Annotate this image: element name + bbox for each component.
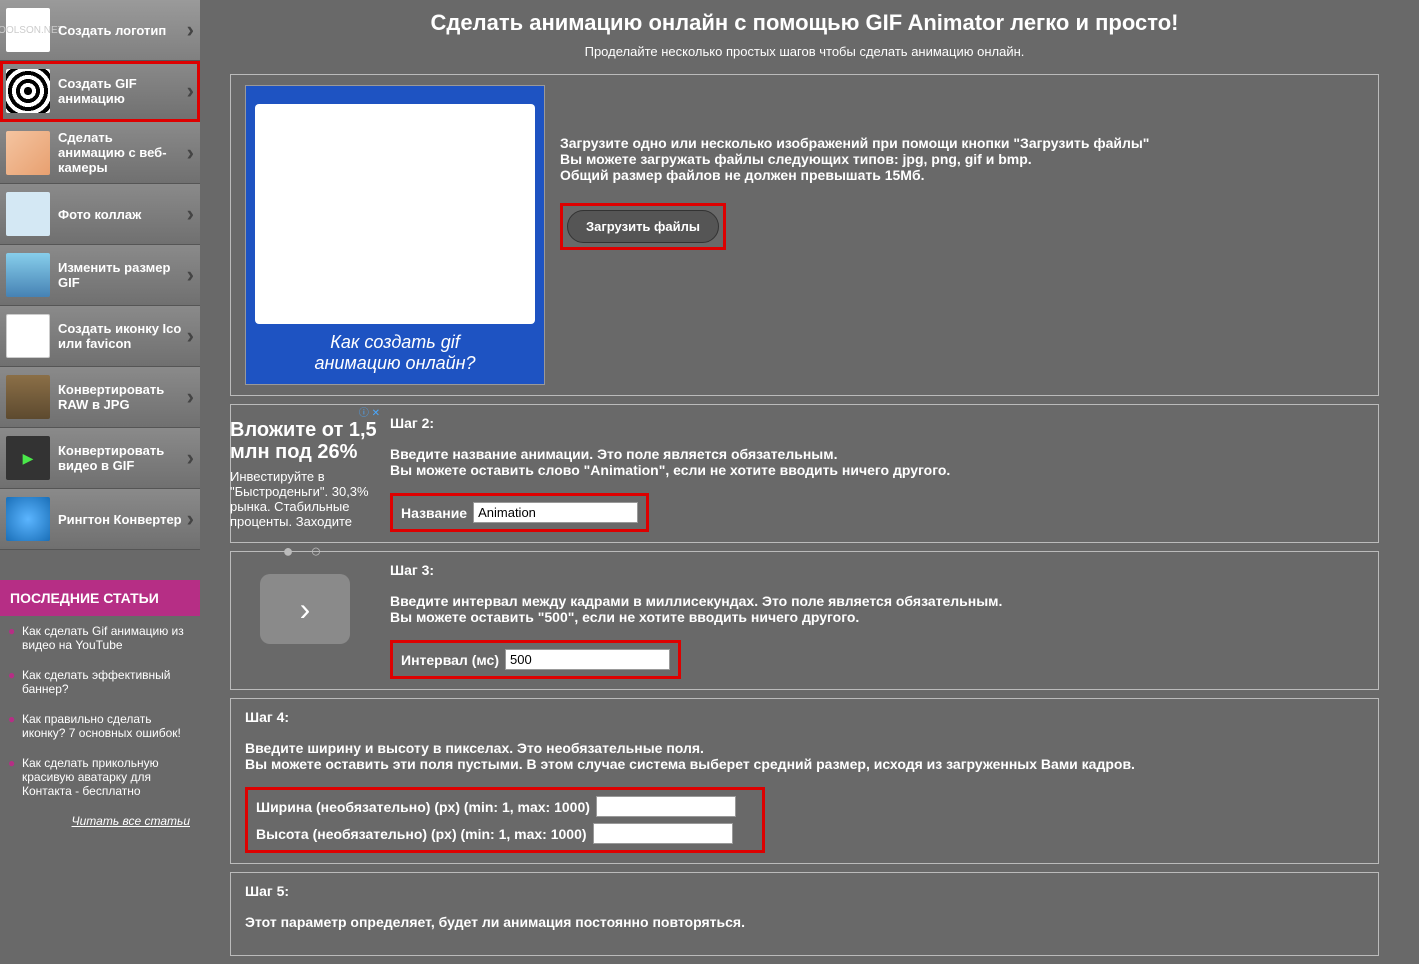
nav-label: Конвертировать RAW в JPG: [58, 382, 183, 412]
article-link[interactable]: Как правильно сделать иконку? 7 основных…: [0, 704, 200, 748]
step2-box: Шаг 2: Введите название анимации. Это по…: [230, 404, 1379, 543]
preview-image[interactable]: Как создать gif анимацию онлайн?: [245, 85, 545, 385]
logo-icon: TOOLSON.NET: [6, 8, 50, 52]
nav-label: Сделать анимацию с веб-камеры: [58, 130, 183, 175]
nav-label: Создать иконку Ico или favicon: [58, 321, 183, 351]
step-text: Загрузите одно или несколько изображений…: [560, 135, 1364, 151]
video-icon: [6, 436, 50, 480]
width-label: Ширина (необязательно) (px) (min: 1, max…: [256, 799, 590, 815]
read-all-link[interactable]: Читать все статьи: [0, 806, 200, 836]
step3-box: Шаг 3: Введите интервал между кадрами в …: [230, 551, 1379, 690]
step-label: Шаг 2:: [245, 415, 1364, 431]
article-link[interactable]: Как сделать прикольную красивую аватарку…: [0, 748, 200, 806]
name-input[interactable]: [473, 502, 638, 523]
raw-icon: [6, 375, 50, 419]
step-text: Вы можете оставить слово "Animation", ес…: [245, 462, 1364, 478]
nav-photo-collage[interactable]: Фото коллаж ›: [0, 184, 200, 245]
height-label: Высота (необязательно) (px) (min: 1, max…: [256, 826, 587, 842]
chevron-right-icon: ›: [187, 323, 194, 349]
carousel-next-button[interactable]: ›: [260, 574, 350, 644]
preview-text: Как создать gif: [330, 332, 460, 353]
step-label: Шаг 5:: [245, 883, 1364, 899]
nav-video-to-gif[interactable]: Конвертировать видео в GIF ›: [0, 428, 200, 489]
step-text: Введите интервал между кадрами в миллисе…: [245, 593, 1364, 609]
chevron-right-icon: ›: [187, 445, 194, 471]
preview-text: анимацию онлайн?: [314, 353, 475, 374]
step-text: Этот параметр определяет, будет ли анима…: [245, 914, 1364, 930]
face-icon: [6, 131, 50, 175]
nav-label: Создать логотип: [58, 23, 183, 38]
favicon-icon: [6, 314, 50, 358]
chevron-right-icon: ›: [187, 384, 194, 410]
chevron-right-icon: ›: [187, 140, 194, 166]
page-title: Сделать анимацию онлайн с помощью GIF An…: [230, 0, 1379, 44]
height-input[interactable]: [593, 823, 733, 844]
step-text: Вы можете оставить эти поля пустыми. В э…: [245, 756, 1364, 772]
sidebar: TOOLSON.NET Создать логотип › Создать GI…: [0, 0, 200, 964]
collage-icon: [6, 192, 50, 236]
ad-headline: Вложите от 1,5 млн под 26%: [230, 419, 380, 463]
chevron-right-icon: ›: [187, 506, 194, 532]
carousel-dots[interactable]: ● ○: [230, 541, 380, 562]
step-label: Шаг 4:: [245, 709, 1364, 725]
nav-resize-gif[interactable]: Изменить размер GIF ›: [0, 245, 200, 306]
nav-label: Рингтон Конвертер: [58, 512, 183, 527]
step-text: Введите ширину и высоту в пикселах. Это …: [245, 740, 1364, 756]
chevron-right-icon: ›: [187, 17, 194, 43]
ad-body: Инвестируйте в "Быстроденьги". 30,3% рын…: [230, 469, 380, 529]
article-link[interactable]: Как сделать эффективный баннер?: [0, 660, 200, 704]
width-input[interactable]: [596, 796, 736, 817]
ad-column: ⓘ ✕ Вложите от 1,5 млн под 26% Инвестиру…: [230, 404, 380, 644]
article-link[interactable]: Как сделать Gif анимацию из видео на You…: [0, 616, 200, 660]
step-text: Вы можете оставить "500", если не хотите…: [245, 609, 1364, 625]
nav-label: Изменить размер GIF: [58, 260, 183, 290]
step-text: Введите название анимации. Это поле явля…: [245, 446, 1364, 462]
step-text: Общий размер файлов не должен превышать …: [560, 167, 1364, 183]
nav-label: Фото коллаж: [58, 207, 183, 222]
interval-label: Интервал (мс): [401, 652, 499, 668]
nav-label: Создать GIF анимацию: [58, 76, 183, 106]
page-subtitle: Проделайте несколько простых шагов чтобы…: [230, 44, 1379, 59]
ringtone-icon: [6, 497, 50, 541]
main-content: Сделать анимацию онлайн с помощью GIF An…: [200, 0, 1419, 964]
ad-box[interactable]: ⓘ ✕ Вложите от 1,5 млн под 26% Инвестиру…: [230, 404, 380, 529]
nav-create-gif[interactable]: Создать GIF анимацию ›: [0, 61, 200, 122]
articles-header: ПОСЛЕДНИЕ СТАТЬИ: [0, 580, 200, 616]
nav-ringtone[interactable]: Рингтон Конвертер ›: [0, 489, 200, 550]
nav-create-favicon[interactable]: Создать иконку Ico или favicon ›: [0, 306, 200, 367]
ad-info-icon: ⓘ ✕: [230, 404, 380, 419]
swirl-icon: [6, 69, 50, 113]
name-label: Название: [401, 505, 467, 521]
step4-box: Шаг 4: Введите ширину и высоту в пиксела…: [230, 698, 1379, 864]
step5-box: Шаг 5: Этот параметр определяет, будет л…: [230, 872, 1379, 956]
nav-label: Конвертировать видео в GIF: [58, 443, 183, 473]
step1-box: Как создать gif анимацию онлайн? Загрузи…: [230, 74, 1379, 396]
step-label: Шаг 3:: [245, 562, 1364, 578]
resize-icon: [6, 253, 50, 297]
chevron-right-icon: ›: [187, 78, 194, 104]
nav-create-logo[interactable]: TOOLSON.NET Создать логотип ›: [0, 0, 200, 61]
chevron-right-icon: ›: [187, 201, 194, 227]
step-text: Вы можете загружать файлы следующих типо…: [560, 151, 1364, 167]
chevron-right-icon: ›: [187, 262, 194, 288]
upload-button[interactable]: Загрузить файлы: [567, 210, 719, 243]
nav-convert-raw[interactable]: Конвертировать RAW в JPG ›: [0, 367, 200, 428]
nav-webcam-anim[interactable]: Сделать анимацию с веб-камеры ›: [0, 122, 200, 184]
articles-section: ПОСЛЕДНИЕ СТАТЬИ Как сделать Gif анимаци…: [0, 580, 200, 836]
interval-input[interactable]: [505, 649, 670, 670]
